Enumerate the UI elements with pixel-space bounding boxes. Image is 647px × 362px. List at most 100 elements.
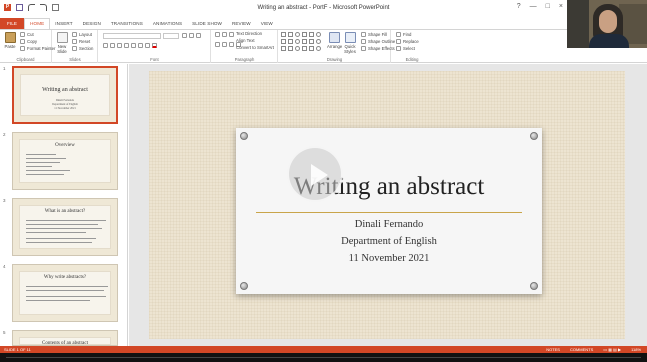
layout-label: Layout [79,32,92,37]
quick-styles-button[interactable]: Quick Styles [342,32,358,54]
reset-button[interactable]: Reset [72,39,90,44]
tab-view[interactable]: VIEW [256,18,278,29]
minimize-icon[interactable]: — [530,3,537,10]
thumbnail-text-line [26,238,96,239]
copy-button[interactable]: Copy [20,39,37,44]
slides-group: New Slide Layout Reset Section Slides [53,30,98,63]
thumbnail-title: Why write abstracts? [43,275,87,280]
play-button-icon[interactable] [287,146,343,202]
tab-file[interactable]: FILE [0,18,25,29]
video-seek-bar[interactable] [0,353,647,362]
slide-date[interactable]: 11 November 2021 [236,253,542,264]
slide-department[interactable]: Department of English [236,236,542,247]
font-style-buttons[interactable] [103,43,157,48]
slides-group-label: Slides [69,57,81,62]
font-size-buttons[interactable] [182,33,201,38]
thumbnail-text-line [26,296,106,297]
presenter-body [589,34,629,48]
shape-fill-button[interactable]: Shape Fill [361,32,387,37]
shape-icon [295,32,300,37]
screw-icon [530,282,538,290]
replace-button[interactable]: Replace [396,39,419,44]
select-button[interactable]: Select [396,46,415,51]
shape-icon [288,46,293,51]
align-text-button[interactable]: Align Text [236,38,255,43]
editing-group: Find Replace Select Editing [392,30,432,63]
slide-thumbnail-4[interactable]: Why write abstracts? [12,264,118,322]
thumbnail-text-line [26,166,52,167]
current-slide[interactable]: Writing an abstract Dinali Fernando Depa… [149,71,625,339]
shrink-font-icon [189,33,194,38]
slide-thumbnail-1[interactable]: Writing an abstract Dinali Fernando Depa… [12,66,118,124]
tab-transitions[interactable]: TRANSITIONS [106,18,148,29]
slide-editor[interactable]: Writing an abstract Dinali Fernando Depa… [129,64,647,346]
comments-button[interactable]: COMMENTS [570,347,593,352]
layout-button[interactable]: Layout [72,32,92,37]
convert-smartart-button[interactable]: Convert to SmartArt [236,45,274,50]
find-button[interactable]: Find [396,32,411,37]
shape-icon [295,39,300,44]
text-direction-label: Text Direction [236,31,263,36]
tab-review[interactable]: REVIEW [227,18,256,29]
new-slide-button[interactable]: New Slide [55,32,69,54]
indent-icon [229,32,234,37]
slide-thumbnail-2[interactable]: Overview [12,132,118,190]
shape-effects-button[interactable]: Shape Effects [361,46,395,51]
slide-thumbnail-5[interactable]: Contents of an abstract [12,330,118,346]
replace-label: Replace [403,39,419,44]
paragraph-group-label: Paragraph [234,57,255,62]
align-left-icon [215,42,220,47]
tab-design[interactable]: DESIGN [78,18,106,29]
font-name-box[interactable] [103,33,161,39]
bullets-icon [215,32,220,37]
tab-home[interactable]: HOME [24,18,51,29]
quick-styles-label: Quick Styles [344,44,356,54]
shape-icon [316,46,321,51]
new-slide-label: New Slide [57,44,67,54]
seek-track[interactable] [6,357,641,358]
arrange-button[interactable]: Arrange [327,32,342,49]
view-buttons[interactable]: ▭ ▦ ▤ ▶ [603,347,621,352]
slide-author[interactable]: Dinali Fernando [236,219,542,230]
text-direction-button[interactable]: Text Direction [236,31,262,36]
underline-icon [117,43,122,48]
thumbnail-title: Writing an abstract [42,87,88,93]
grow-font-icon [182,33,187,38]
cut-button[interactable]: Cut [20,32,34,37]
thumbnail-subtitle: 11 November 2021 [54,107,76,110]
slide-thumbnail-3[interactable]: What is an abstract? [12,198,118,256]
section-button[interactable]: Section [72,46,93,51]
new-slide-icon [56,32,68,43]
help-icon[interactable]: ? [517,3,521,10]
paste-button[interactable]: Paste [3,32,17,49]
thumbnail-card: Why write abstracts? [19,271,111,315]
tab-animations[interactable]: ANIMATIONS [148,18,187,29]
slide-thumbnails-panel[interactable]: 1 Writing an abstract Dinali Fernando De… [0,64,128,346]
maximize-icon[interactable]: □ [546,3,550,10]
shape-icon [309,32,314,37]
shape-icon [281,32,286,37]
bullets-buttons[interactable] [215,32,234,37]
notes-button[interactable]: NOTES [546,347,560,352]
screw-icon [240,282,248,290]
quick-styles-icon [344,32,356,43]
font-size-box[interactable] [163,33,179,39]
paste-label: Paste [4,44,16,49]
bold-icon [103,43,108,48]
select-label: Select [403,46,415,51]
format-painter-button[interactable]: Format Painter [20,46,55,51]
slide-title[interactable]: Writing an abstract [236,173,542,201]
tab-slide-show[interactable]: SLIDE SHOW [187,18,227,29]
convert-smartart-label: Convert to SmartArt [236,45,274,50]
zoom-level[interactable]: 118% [631,347,641,352]
tab-insert[interactable]: INSERT [50,18,77,29]
shapes-gallery[interactable] [281,32,325,52]
select-icon [396,46,401,51]
shape-outline-button[interactable]: Shape Outline [361,39,395,44]
presenter-face [599,10,617,33]
section-label: Section [79,46,94,51]
thumbnail-text-line [26,242,92,243]
paragraph-group: Text Direction Align Text Convert to Sma… [212,30,278,63]
close-icon[interactable]: × [559,3,563,10]
thumbnail-text-line [26,300,90,301]
